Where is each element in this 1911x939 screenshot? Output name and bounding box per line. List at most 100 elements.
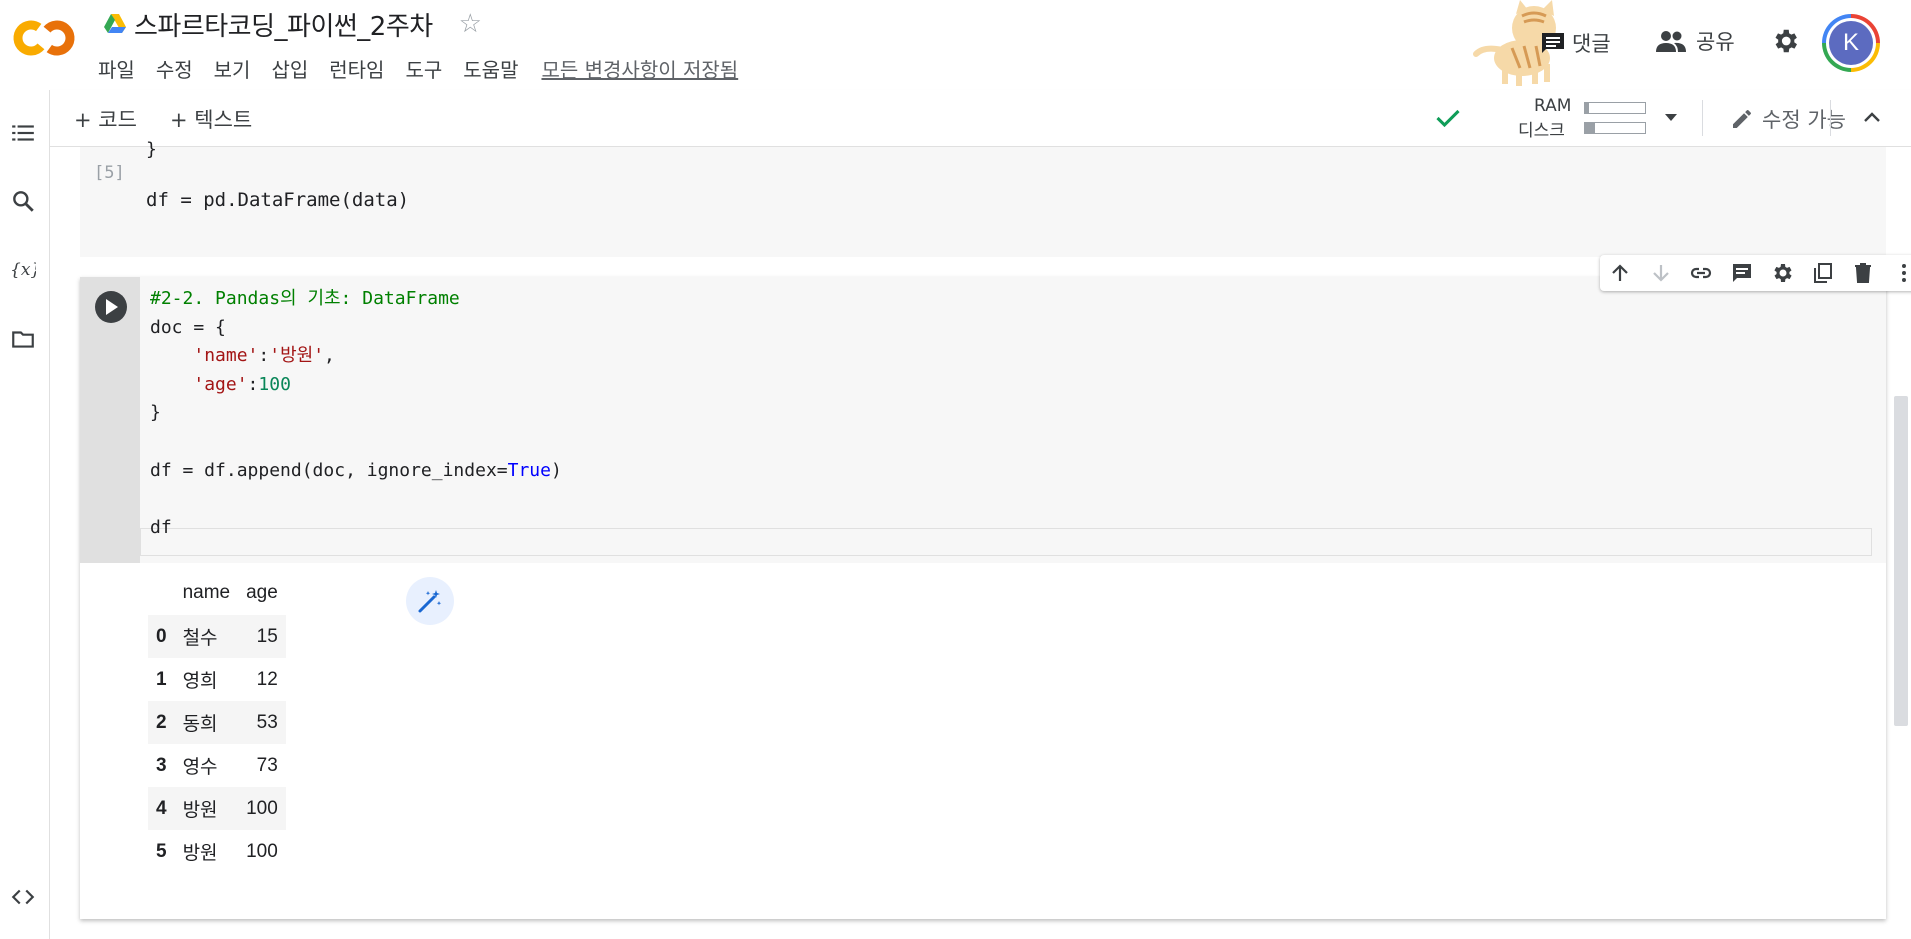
comment-label: 댓글: [1572, 32, 1611, 56]
table-row: 4 방원 100: [148, 787, 286, 830]
cell-age: 100: [246, 840, 278, 862]
code-line: df = df.append(doc, ignore_index=: [150, 459, 508, 481]
code-line: ): [550, 459, 562, 481]
save-status-link[interactable]: 모든 변경사항이 저장됨: [541, 54, 738, 83]
menu-tools[interactable]: 도구: [405, 54, 442, 83]
execution-count: [5]: [94, 163, 125, 183]
account-avatar[interactable]: K: [1822, 14, 1880, 72]
menu-view[interactable]: 보기: [214, 54, 251, 83]
code-comma: ,: [324, 345, 335, 367]
code-line: df: [150, 516, 172, 538]
chevron-down-icon[interactable]: [1662, 108, 1680, 126]
check-icon: [1436, 109, 1460, 128]
row-index: 5: [156, 840, 167, 862]
folder-icon[interactable]: [10, 326, 36, 352]
menu-file[interactable]: 파일: [98, 54, 135, 83]
code-editor[interactable]: #2-2. Pandas의 기초: DataFrame doc = { 'nam…: [140, 277, 1886, 563]
share-button[interactable]: 공유: [1656, 26, 1735, 56]
table-row: 0 철수 15: [148, 615, 286, 658]
star-icon[interactable]: ☆: [459, 9, 482, 39]
table-row: 3 영수 73: [148, 744, 286, 787]
code-number: 100: [258, 373, 291, 395]
pencil-icon: [1733, 109, 1752, 128]
cell-name: 동희: [174, 701, 239, 744]
code-string: 'age': [193, 373, 248, 395]
table-of-contents-icon[interactable]: [10, 120, 36, 146]
menu-runtime[interactable]: 런타임: [329, 54, 384, 83]
suggest-charts-button[interactable]: [406, 577, 454, 625]
cell-name: 방원: [182, 843, 218, 864]
cell-toolbar: [1600, 255, 1911, 291]
chevron-up-icon[interactable]: [1860, 106, 1884, 130]
search-icon[interactable]: [10, 188, 36, 214]
edit-mode-button[interactable]: 수정 가능: [1730, 104, 1846, 134]
cell-gutter: [80, 277, 140, 563]
row-index: 3: [156, 754, 167, 776]
comment-icon: [1542, 33, 1564, 53]
disk-label[interactable]: 디스크: [1518, 116, 1565, 141]
index-header: [148, 571, 175, 615]
cell-age: 15: [238, 615, 286, 658]
menu-insert[interactable]: 삽입: [271, 54, 308, 83]
cell-age: 73: [256, 754, 278, 776]
code-snippets-icon[interactable]: [10, 884, 36, 910]
add-text-button[interactable]: + 텍스트: [170, 104, 252, 134]
comment-button[interactable]: 댓글: [1540, 28, 1611, 58]
divider: [1830, 100, 1831, 136]
gear-icon[interactable]: [1770, 261, 1794, 285]
variables-icon[interactable]: {x}: [10, 256, 36, 282]
table-row: 1 영희 12: [148, 658, 286, 701]
code-content: #2-2. Pandas의 기초: DataFrame doc = { 'nam…: [150, 285, 562, 542]
arrow-up-icon[interactable]: [1608, 261, 1632, 285]
menu-edit[interactable]: 수정: [156, 54, 193, 83]
share-label: 공유: [1696, 30, 1735, 54]
column-header: age: [246, 582, 278, 603]
code-keyword: True: [507, 459, 551, 481]
delete-icon[interactable]: [1851, 261, 1875, 285]
cell-output: name age 0 철수 15 1 영희 12 2 동희 53 3 영수 73…: [140, 563, 1886, 919]
mirror-cell-icon[interactable]: [1811, 261, 1835, 285]
menu-help[interactable]: 도움말: [463, 54, 518, 83]
previous-code-cell[interactable]: } [5] df = pd.DataFrame(data): [80, 139, 1886, 257]
ram-label[interactable]: RAM: [1534, 96, 1571, 116]
play-icon: [106, 299, 118, 315]
code-string: 'name': [193, 345, 259, 367]
document-title[interactable]: 스파르타코딩_파이썬_2주차: [134, 6, 433, 43]
divider: [1702, 100, 1703, 136]
more-vert-icon[interactable]: [1892, 261, 1911, 285]
cell-name: 철수: [174, 615, 239, 658]
link-icon[interactable]: [1689, 261, 1713, 285]
active-code-cell[interactable]: #2-2. Pandas의 기초: DataFrame doc = { 'nam…: [80, 255, 1911, 919]
notebook-area: } [5] df = pd.DataFrame(data) #2-2. Pand…: [50, 139, 1911, 939]
colab-logo[interactable]: [12, 18, 76, 58]
edit-mode-label: 수정 가능: [1762, 108, 1846, 132]
row-index: 4: [148, 787, 175, 830]
arrow-down-icon[interactable]: [1649, 261, 1673, 285]
people-icon: [1656, 31, 1686, 52]
code-comment: #2-2. Pandas의 기초: DataFrame: [150, 288, 460, 309]
cell-age: 53: [238, 701, 286, 744]
svg-text:{x}: {x}: [10, 260, 36, 280]
gear-icon[interactable]: [1770, 26, 1800, 56]
code-string: '방원': [269, 345, 325, 367]
add-code-button[interactable]: + 코드: [74, 104, 137, 134]
ram-usage-fill: [1585, 103, 1589, 113]
code-line: }: [146, 139, 157, 160]
disk-usage-bar[interactable]: [1584, 122, 1646, 134]
run-cell-button[interactable]: [95, 291, 127, 323]
drive-icon[interactable]: [104, 14, 126, 34]
comment-icon[interactable]: [1730, 261, 1754, 285]
ram-usage-bar[interactable]: [1584, 102, 1646, 114]
disk-usage-fill: [1585, 123, 1595, 133]
table-row: 2 동희 53: [148, 701, 286, 744]
code-line: }: [150, 402, 161, 424]
row-index: 0: [148, 615, 175, 658]
scrollbar-thumb[interactable]: [1894, 396, 1908, 726]
code-line: doc = {: [150, 316, 226, 338]
left-sidebar: {x}: [0, 90, 50, 939]
cell-name: 방원: [174, 787, 239, 830]
avatar-letter: K: [1829, 21, 1873, 65]
table-row: 5 방원 100: [148, 830, 286, 873]
